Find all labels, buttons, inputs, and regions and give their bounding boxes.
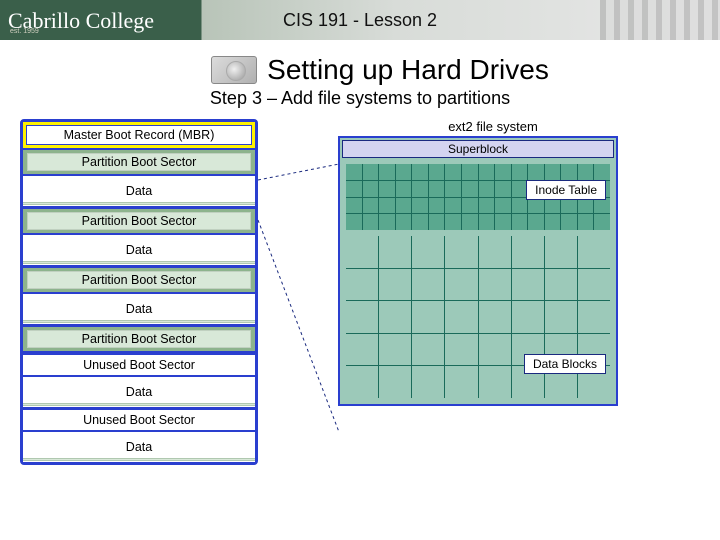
pillars-decor bbox=[600, 0, 720, 40]
partition-boot-sector: Partition Boot Sector bbox=[23, 266, 255, 294]
superblock-label: Superblock bbox=[342, 140, 614, 158]
pbs-label: Partition Boot Sector bbox=[27, 212, 251, 230]
data-region: Data bbox=[23, 235, 255, 266]
partition-boot-sector: Partition Boot Sector bbox=[23, 325, 255, 353]
data-label: Data bbox=[126, 440, 152, 454]
data-region: Data bbox=[23, 176, 255, 207]
data-label: Data bbox=[126, 184, 152, 198]
data-region: Data bbox=[23, 377, 255, 408]
ext2-diagram: Superblock Inode Table Data Blocks bbox=[338, 136, 618, 406]
data-label: Data bbox=[126, 302, 152, 316]
data-region: Data bbox=[23, 432, 255, 462]
title-row: Setting up Hard Drives bbox=[0, 54, 720, 86]
data-region: Data bbox=[23, 294, 255, 325]
inode-table-label: Inode Table bbox=[526, 180, 606, 200]
pbs-label: Partition Boot Sector bbox=[27, 330, 251, 348]
pbs-label: Partition Boot Sector bbox=[27, 153, 251, 171]
unused-boot-sector: Unused Boot Sector bbox=[23, 408, 255, 432]
slide-title: Setting up Hard Drives bbox=[267, 54, 549, 86]
pbs-label: Partition Boot Sector bbox=[27, 271, 251, 289]
mbr-row: Master Boot Record (MBR) bbox=[23, 122, 255, 148]
filesystem-name: ext2 file system bbox=[338, 119, 648, 134]
disk-layout: Master Boot Record (MBR) Partition Boot … bbox=[20, 119, 258, 465]
partition-boot-sector: Partition Boot Sector bbox=[23, 148, 255, 176]
data-blocks-label: Data Blocks bbox=[524, 354, 606, 374]
slide-banner: Cabrillo College est. 1959 CIS 191 - Les… bbox=[0, 0, 720, 40]
partition-boot-sector: Partition Boot Sector bbox=[23, 207, 255, 235]
data-label: Data bbox=[126, 243, 152, 257]
hard-drive-icon bbox=[211, 56, 257, 84]
filesystem-panel: ext2 file system Superblock Inode Table … bbox=[338, 119, 648, 465]
unused-boot-sector: Unused Boot Sector bbox=[23, 353, 255, 377]
data-label: Data bbox=[126, 385, 152, 399]
slide-subtitle: Step 3 – Add file systems to partitions bbox=[0, 88, 720, 109]
